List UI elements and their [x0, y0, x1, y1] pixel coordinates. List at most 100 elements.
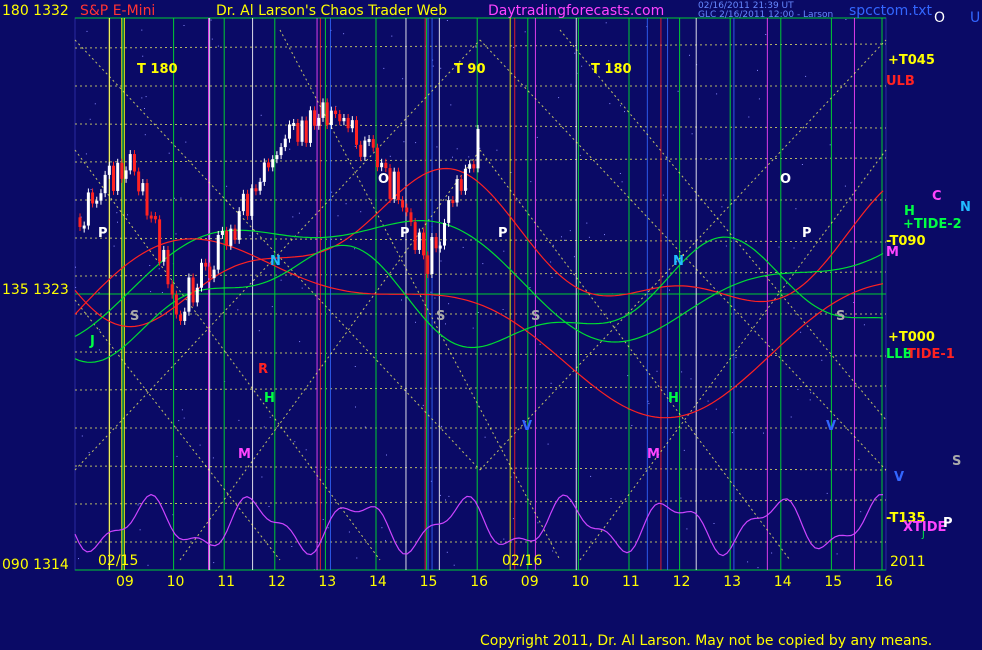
tide2-label: +TIDE-2: [903, 217, 962, 232]
star-dot: [604, 234, 605, 236]
star-dot: [147, 564, 149, 566]
candle-body: [254, 188, 258, 192]
star-dot: [448, 495, 450, 497]
x-tick-label: 09: [521, 574, 539, 590]
star-dot: [268, 506, 270, 507]
star-dot: [836, 553, 838, 555]
star-dot: [144, 108, 145, 109]
s-label: S: [952, 454, 961, 469]
star-dot: [713, 523, 715, 524]
candle-body: [170, 284, 174, 295]
star-dot: [619, 173, 621, 174]
site-link[interactable]: Daytradingforecasts.com: [488, 3, 664, 19]
star-dot: [524, 31, 526, 33]
left-price-label-top: 180 1332: [2, 3, 69, 19]
star-dot: [810, 392, 812, 394]
star-dot: [263, 426, 265, 428]
star-dot: [345, 203, 347, 205]
star-dot: [403, 141, 405, 143]
star-dot: [656, 370, 658, 372]
star-dot: [415, 321, 416, 323]
t045-label: +T045: [888, 53, 935, 68]
star-dot: [484, 436, 486, 438]
star-dot: [858, 458, 860, 460]
star-dot: [537, 522, 539, 524]
indicator-curves: [74, 167, 884, 557]
star-dot: [686, 528, 688, 530]
diagonal-line: [559, 29, 887, 421]
annotation-marker: R: [258, 362, 268, 377]
star-dot: [280, 279, 282, 281]
diagonal-line: [74, 299, 281, 561]
candle-body: [199, 262, 203, 288]
star-dot: [790, 416, 792, 418]
star-dot: [183, 25, 185, 26]
candle-body: [145, 183, 149, 216]
star-dot: [127, 214, 128, 216]
x-tick-label: 15: [420, 574, 438, 590]
star-dot: [331, 191, 333, 193]
annotation-marker: S: [130, 309, 139, 324]
star-dot: [797, 388, 799, 390]
star-dot: [690, 378, 692, 380]
star-dot: [758, 98, 760, 100]
annotation-marker: P: [802, 226, 812, 241]
tide1-curve: [74, 167, 884, 328]
timestamp-line2: GLC 2/16/2011 12:00 - Larson: [698, 10, 833, 20]
star-dot: [793, 247, 795, 249]
star-dot: [763, 432, 764, 434]
candle-body: [112, 165, 116, 191]
star-dot: [210, 19, 212, 21]
star-dot: [238, 419, 240, 421]
star-dot: [553, 244, 554, 246]
dotted-level-line: [74, 43, 887, 49]
star-dot: [360, 211, 362, 213]
candle-body: [401, 200, 405, 208]
candle-body: [179, 314, 183, 321]
left-price-label-bottom: 090 1314: [2, 557, 69, 573]
star-dot: [260, 114, 262, 116]
star-dot: [75, 286, 77, 288]
star-dot: [452, 156, 453, 158]
candle-body: [220, 230, 224, 235]
annotation-marker: S: [531, 309, 540, 324]
annotation-marker: O: [378, 172, 389, 187]
star-dot: [85, 153, 87, 155]
star-dot: [624, 111, 625, 113]
star-dot: [850, 122, 852, 124]
year-label: 2011: [890, 554, 926, 570]
star-dot: [98, 329, 100, 331]
star-dot: [605, 22, 607, 24]
candle-body: [442, 222, 446, 246]
x-tick-label: 13: [723, 574, 741, 590]
star-dot: [747, 561, 749, 563]
candle-body: [409, 212, 413, 223]
instrument-label: S&P E-Mini: [80, 3, 155, 19]
x-tick-labels: 09 10 11 12 13 14 15 16 09 10 11 12 13 14 15 16: [116, 574, 893, 590]
candle-body: [174, 294, 178, 315]
candle-body: [279, 147, 283, 156]
star-dot: [735, 357, 737, 359]
candle-body: [363, 140, 367, 157]
star-dot: [211, 38, 213, 40]
star-dot: [258, 330, 260, 332]
ulb-curve: [74, 238, 884, 419]
star-dot: [456, 148, 458, 150]
top-marker-3: T 180: [591, 62, 632, 77]
star-dot: [551, 276, 553, 278]
star-dot: [677, 90, 679, 92]
star-dot: [440, 67, 442, 69]
candle-body: [191, 277, 195, 303]
x-tick-label: 12: [673, 574, 691, 590]
candle-body: [392, 171, 396, 199]
candle-body: [99, 193, 103, 201]
star-dot: [75, 266, 76, 268]
star-dot: [462, 246, 464, 248]
candle-body: [380, 162, 384, 168]
star-dot: [757, 69, 758, 71]
star-dot: [610, 498, 612, 499]
star-dot: [574, 52, 576, 54]
star-dot: [142, 55, 144, 57]
star-dot: [213, 562, 215, 564]
candle-body: [447, 200, 451, 223]
